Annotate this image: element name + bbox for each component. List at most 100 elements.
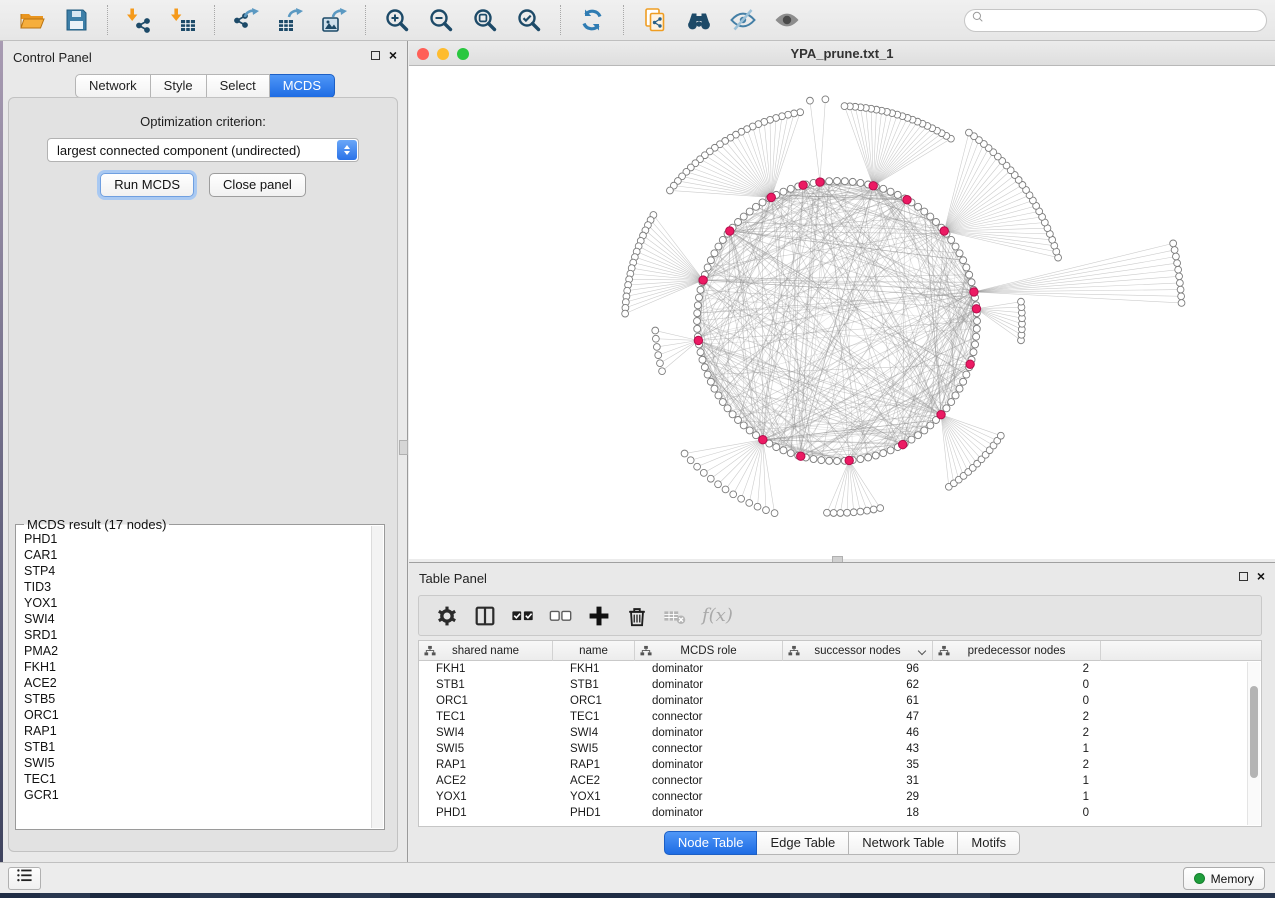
network-canvas[interactable] [409,66,1275,559]
cell-shared-name: SWI4 [419,725,553,741]
vertical-splitter-handle[interactable] [399,440,408,455]
cell-name: PHD1 [553,805,635,821]
mcds-node-item[interactable]: CAR1 [24,547,370,563]
open-file-icon[interactable] [18,6,46,34]
cell-successor-nodes: 31 [783,773,933,789]
tab-edge-table[interactable]: Edge Table [757,831,849,855]
cell-MCDS-role: connector [635,741,783,757]
duplicate-network-icon[interactable] [641,6,669,34]
binoculars-icon[interactable] [685,6,713,34]
table-panel-title: Table Panel [419,571,487,586]
table-row[interactable]: FKH1FKH1dominator962 [419,661,1261,677]
table-scrollbar[interactable] [1247,662,1260,825]
refresh-icon[interactable] [578,6,606,34]
hide-elements-icon[interactable] [729,6,757,34]
table-row[interactable]: RAP1RAP1dominator352 [419,757,1261,773]
column-header-MCDS-role[interactable]: MCDS role [635,641,783,661]
window-minimize-icon[interactable] [437,48,449,60]
tab-motifs[interactable]: Motifs [958,831,1020,855]
cell-shared-name: STB1 [419,677,553,693]
cell-predecessor-nodes: 0 [933,677,1101,693]
cell-name: STB1 [553,677,635,693]
tab-network-table[interactable]: Network Table [849,831,958,855]
table-scrollbar-thumb[interactable] [1250,686,1258,778]
table-row[interactable]: PHD1PHD1dominator180 [419,805,1261,821]
table-row[interactable]: TEC1TEC1connector472 [419,709,1261,725]
delete-column-icon[interactable] [622,603,652,629]
window-zoom-icon[interactable] [457,48,469,60]
close-panel-button[interactable]: Close panel [209,173,306,197]
mcds-node-item[interactable]: TEC1 [24,771,370,787]
mcds-node-item[interactable]: SRD1 [24,627,370,643]
table-row[interactable]: YOX1YOX1connector291 [419,789,1261,805]
table-row[interactable]: ACE2ACE2connector311 [419,773,1261,789]
dropdown-stepper-icon [337,140,357,160]
table-row[interactable]: SWI5SWI5connector431 [419,741,1261,757]
mcds-node-item[interactable]: GCR1 [24,787,370,803]
network-window-titlebar[interactable]: YPA_prune.txt_1 [409,41,1275,66]
column-label: name [579,645,608,657]
zoom-fit-icon[interactable] [471,6,499,34]
mcds-pane: Optimization criterion: largest connecte… [8,97,398,852]
mcds-node-item[interactable]: FKH1 [24,659,370,675]
column-header-predecessor-nodes[interactable]: predecessor nodes [933,641,1101,661]
select-all-checkboxes-icon[interactable] [508,603,538,629]
column-header-successor-nodes[interactable]: successor nodes [783,641,933,661]
run-mcds-button[interactable]: Run MCDS [100,173,194,197]
table-row[interactable]: SWI4SWI4dominator462 [419,725,1261,741]
import-network-icon[interactable] [125,6,153,34]
cell-name: ORC1 [553,693,635,709]
mcds-node-item[interactable]: ACE2 [24,675,370,691]
tab-node-table[interactable]: Node Table [664,831,758,855]
cell-MCDS-role: dominator [635,693,783,709]
mcds-node-item[interactable]: RAP1 [24,723,370,739]
tab-select[interactable]: Select [207,74,270,98]
float-panel-icon[interactable] [371,51,380,60]
mcds-node-item[interactable]: TID3 [24,579,370,595]
save-session-icon[interactable] [62,6,90,34]
cell-name: SWI5 [553,741,635,757]
float-table-panel-icon[interactable] [1239,572,1248,581]
tab-network[interactable]: Network [75,74,151,98]
toggle-columns-icon[interactable] [470,603,500,629]
table-row[interactable]: STB1STB1dominator620 [419,677,1261,693]
mcds-node-item[interactable]: PHD1 [24,531,370,547]
column-label: predecessor nodes [968,645,1066,657]
mcds-result-list: PHD1CAR1STP4TID3YOX1SWI4SRD1PMA2FKH1ACE2… [17,531,370,828]
window-close-icon[interactable] [417,48,429,60]
close-panel-icon[interactable]: × [389,50,397,60]
mcds-list-scrollbar[interactable] [371,526,383,828]
search-input[interactable] [964,9,1267,32]
task-history-button[interactable] [8,867,41,890]
export-network-icon[interactable] [232,6,260,34]
column-sort-chevron-icon[interactable] [918,647,926,655]
zoom-in-icon[interactable] [383,6,411,34]
clear-all-checkboxes-icon[interactable] [546,603,576,629]
column-header-name[interactable]: name [553,641,635,661]
mcds-node-item[interactable]: STB5 [24,691,370,707]
close-table-panel-icon[interactable]: × [1257,571,1265,581]
mcds-node-item[interactable]: ORC1 [24,707,370,723]
table-settings-icon[interactable] [432,603,462,629]
memory-button[interactable]: Memory [1183,867,1265,890]
column-header-shared-name[interactable]: shared name [419,641,553,661]
tab-mcds[interactable]: MCDS [270,74,335,98]
mcds-node-item[interactable]: PMA2 [24,643,370,659]
mcds-node-item[interactable]: STP4 [24,563,370,579]
export-image-icon[interactable] [320,6,348,34]
import-table-icon[interactable] [169,6,197,34]
mcds-node-item[interactable]: YOX1 [24,595,370,611]
tab-style[interactable]: Style [151,74,207,98]
main-toolbar [0,0,1275,41]
cell-shared-name: SWI5 [419,741,553,757]
mcds-node-item[interactable]: SWI5 [24,755,370,771]
add-column-icon[interactable] [584,603,614,629]
optimization-select[interactable]: largest connected component (undirected) [47,138,359,162]
zoom-selected-icon[interactable] [515,6,543,34]
table-row[interactable]: ORC1ORC1dominator610 [419,693,1261,709]
mcds-node-item[interactable]: SWI4 [24,611,370,627]
mcds-node-item[interactable]: STB1 [24,739,370,755]
export-table-icon[interactable] [276,6,304,34]
zoom-out-icon[interactable] [427,6,455,34]
table-header-row: shared name name MCDS rolesuccessor nodes p… [419,641,1261,661]
